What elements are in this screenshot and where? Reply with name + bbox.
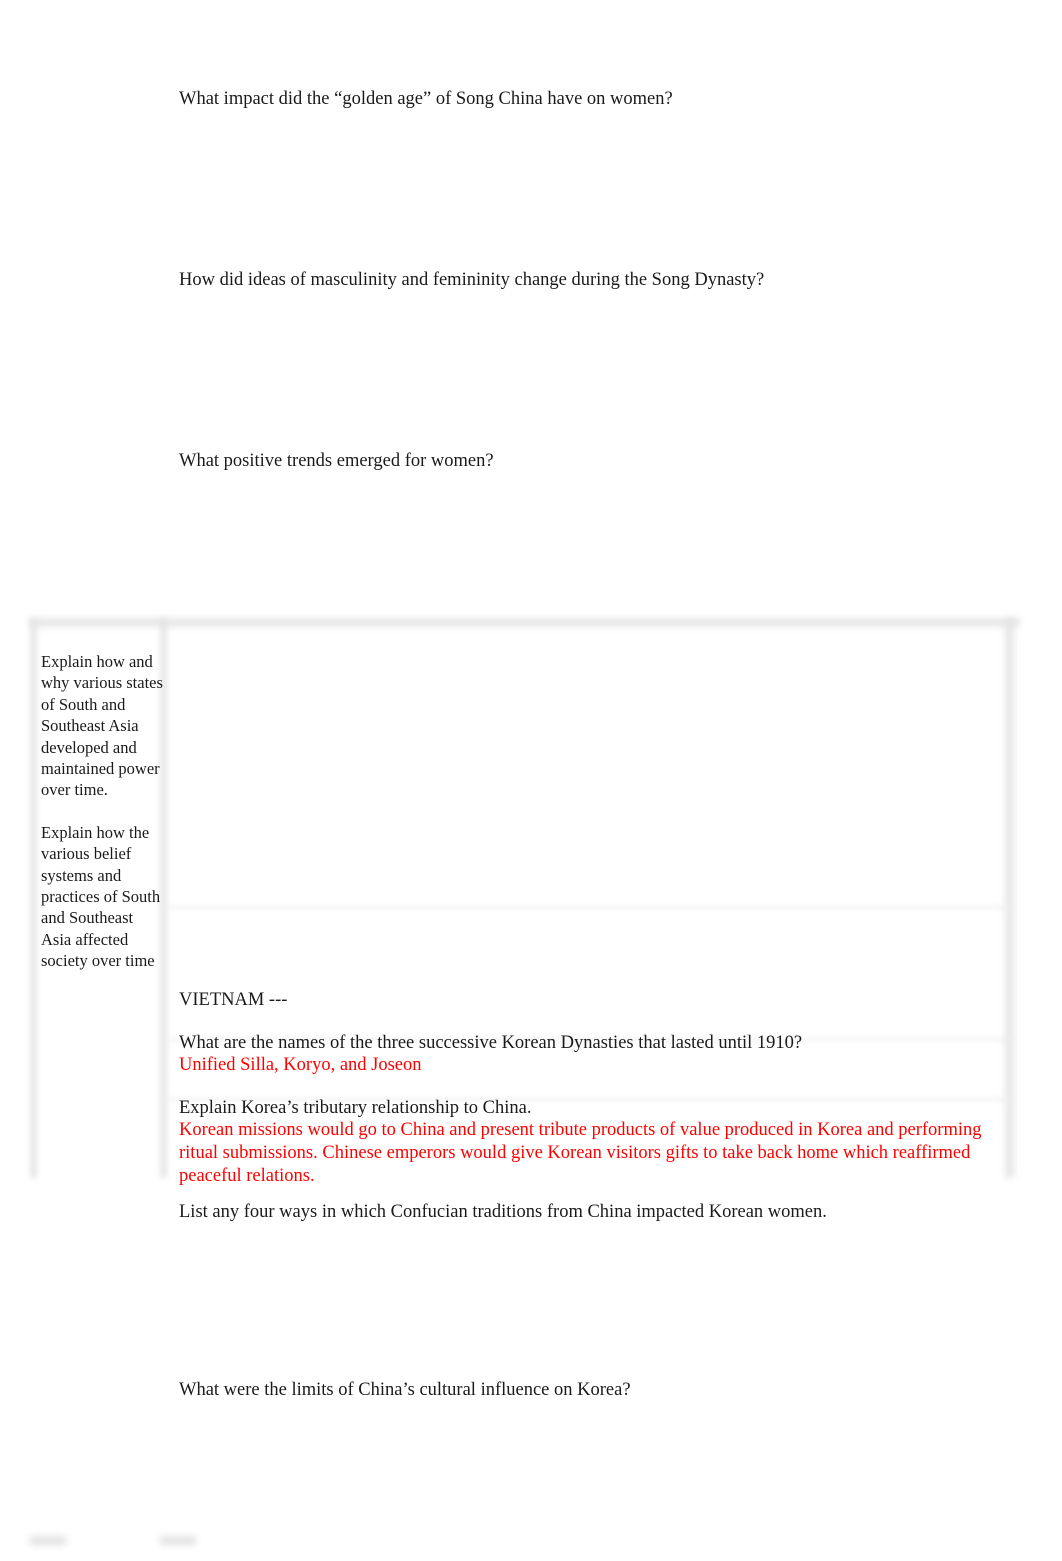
top-question-block: What impact did the “golden age” of Song… (179, 88, 1009, 473)
answer-korean-dynasties[interactable]: Unified Silla, Koryo, and Joseon (179, 1054, 1004, 1077)
answer-space-1[interactable] (179, 111, 1009, 269)
answer-space-3[interactable] (179, 1224, 1009, 1379)
table-border-right (1005, 618, 1014, 1178)
table-corner-mark-mid (160, 1536, 196, 1545)
content-spacer-1 (179, 1012, 1004, 1032)
question-positive-trends: What positive trends emerged for women? (179, 451, 494, 471)
document-page: What impact did the “golden age” of Song… (0, 0, 1062, 1561)
table-cell-content: VIETNAM --- What are the names of the th… (179, 989, 1004, 1187)
section-header-vietnam: VIETNAM --- (179, 990, 288, 1010)
objectives-table: Explain how and why various states of So… (30, 618, 1020, 1186)
objective-spacer (41, 801, 163, 822)
learning-objective-2: Explain how the various belief systems a… (41, 822, 161, 971)
next-table-corner-marks (0, 1536, 1062, 1561)
below-question-block: List any four ways in which Confucian tr… (179, 1201, 1009, 1402)
question-masculinity-femininity: How did ideas of masculinity and feminin… (179, 270, 765, 290)
question-song-golden-age: What impact did the “golden age” of Song… (179, 89, 673, 109)
question-korean-dynasties: What are the names of the three successi… (179, 1032, 803, 1053)
learning-objective-1: Explain how and why various states of So… (41, 652, 163, 800)
table-cell-objectives: Explain how and why various states of So… (41, 651, 163, 972)
question-tributary-relationship: Explain Korea’s tributary relationship t… (179, 1097, 532, 1118)
question-confucian-traditions: List any four ways in which Confucian tr… (179, 1202, 827, 1222)
answer-tributary-relationship[interactable]: Korean missions would go to China and pr… (179, 1119, 1004, 1187)
table-row-divider-1 (167, 906, 1012, 909)
table-corner-mark-left (30, 1536, 66, 1545)
answer-space-2[interactable] (179, 292, 1009, 450)
content-spacer-2 (179, 1077, 1004, 1097)
question-china-cultural-limits: What were the limits of China’s cultural… (179, 1380, 631, 1400)
table-border-top (30, 618, 1020, 627)
table-border-left (30, 618, 37, 1178)
